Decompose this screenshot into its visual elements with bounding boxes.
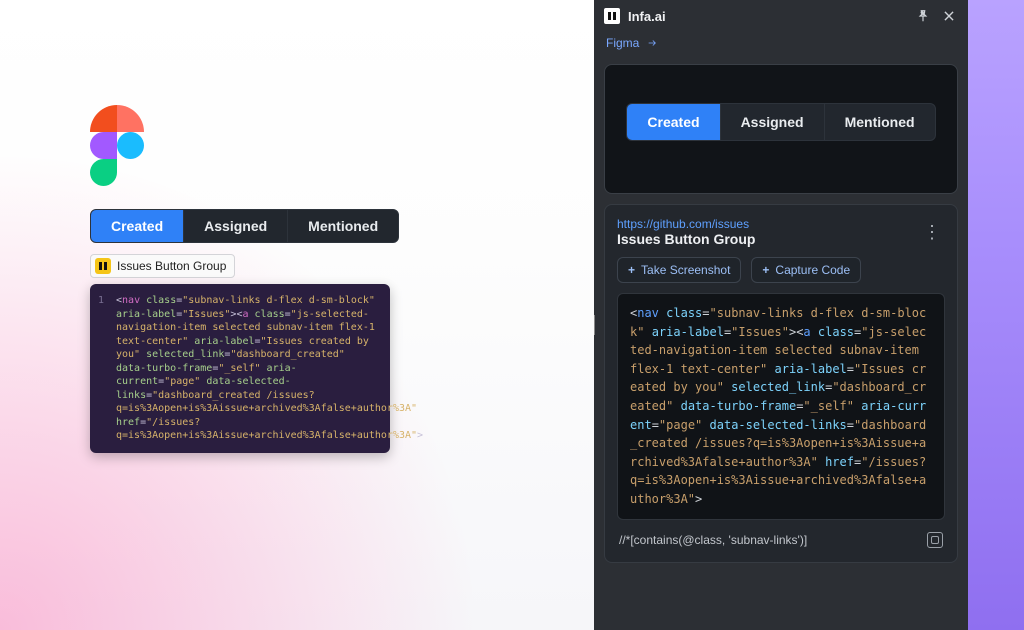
tab-assigned-preview[interactable]: Assigned — [721, 104, 825, 140]
panel-header: Infa.ai — [594, 0, 968, 32]
infa-side-panel: Infa.ai Figma Created Assigned Mentioned… — [594, 0, 968, 630]
breadcrumb-figma[interactable]: Figma — [604, 32, 958, 54]
pin-icon[interactable] — [914, 7, 932, 25]
component-meta-card: https://github.com/issues Issues Button … — [604, 204, 958, 563]
locate-target-icon[interactable] — [927, 532, 943, 548]
source-url[interactable]: https://github.com/issues — [617, 217, 755, 231]
tab-created-preview[interactable]: Created — [627, 104, 720, 140]
tab-created[interactable]: Created — [91, 210, 184, 242]
captured-html-text: <nav class="subnav-links d-flex d-sm-blo… — [630, 306, 926, 506]
component-label-text: Issues Button Group — [117, 259, 226, 273]
app-name: Infa.ai — [628, 9, 666, 24]
background-gradient-strip — [968, 0, 1024, 630]
plus-icon: + — [628, 263, 635, 277]
line-number: 1 — [98, 294, 104, 308]
code-snippet-card[interactable]: 1 <nav class="subnav-links d-flex d-sm-b… — [90, 284, 390, 453]
captured-html-code[interactable]: <nav class="subnav-links d-flex d-sm-blo… — [617, 293, 945, 520]
code-snippet-text: <nav class="subnav-links d-flex d-sm-blo… — [116, 295, 423, 441]
infa-icon — [95, 258, 111, 274]
take-screenshot-button[interactable]: + Take Screenshot — [617, 257, 741, 283]
capture-code-label: Capture Code — [775, 263, 850, 277]
plus-icon: + — [762, 263, 769, 277]
close-icon[interactable] — [940, 7, 958, 25]
breadcrumb-label: Figma — [606, 36, 639, 50]
tab-assigned[interactable]: Assigned — [184, 210, 288, 242]
issues-tab-group-preview[interactable]: Created Assigned Mentioned — [626, 103, 935, 141]
component-preview: Created Assigned Mentioned — [604, 64, 958, 194]
capture-code-button[interactable]: + Capture Code — [751, 257, 861, 283]
tab-mentioned[interactable]: Mentioned — [288, 210, 398, 242]
app-logo-icon — [604, 8, 620, 24]
xpath-text[interactable]: //*[contains(@class, 'subnav-links')] — [619, 533, 807, 547]
component-title: Issues Button Group — [617, 231, 755, 247]
more-menu-icon[interactable]: ⋮ — [919, 221, 945, 243]
arrow-right-icon — [645, 38, 659, 48]
figma-logo-icon — [90, 105, 144, 186]
figma-canvas[interactable]: Created Assigned Mentioned Issues Button… — [0, 0, 594, 630]
issues-tab-group-canvas[interactable]: Created Assigned Mentioned — [90, 209, 399, 243]
tab-mentioned-preview[interactable]: Mentioned — [825, 104, 935, 140]
take-screenshot-label: Take Screenshot — [641, 263, 730, 277]
component-label-chip[interactable]: Issues Button Group — [90, 254, 235, 278]
